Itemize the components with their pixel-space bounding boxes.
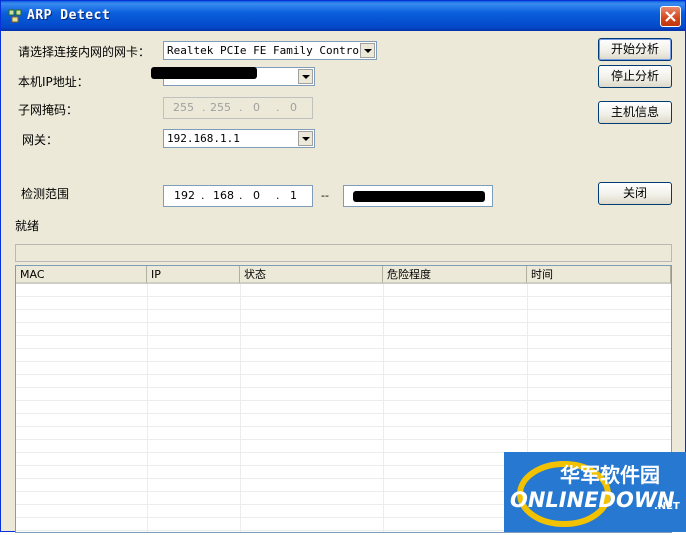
table-row[interactable] xyxy=(16,401,671,414)
redacted-local-ip xyxy=(151,67,257,79)
nic-value: Realtek PCIe FE Family Controlle xyxy=(167,44,359,57)
range-label: 检测范围 xyxy=(21,187,70,201)
table-row[interactable] xyxy=(16,323,671,336)
table-row[interactable] xyxy=(16,375,671,388)
status-text: 就绪 xyxy=(15,219,40,233)
progress-bar xyxy=(15,244,672,262)
column-header-time[interactable]: 时间 xyxy=(527,266,671,284)
close-button[interactable]: 关闭 xyxy=(598,182,672,205)
window-title: ARP Detect xyxy=(27,8,111,23)
gateway-select[interactable]: 192.168.1.1 xyxy=(163,129,315,148)
redacted-range-end xyxy=(353,191,485,202)
window-close-button[interactable] xyxy=(660,6,681,27)
table-row[interactable] xyxy=(16,297,671,310)
subnet-octet-2: 255 xyxy=(210,101,231,114)
stop-analysis-button[interactable]: 停止分析 xyxy=(598,65,672,88)
column-header-ip[interactable]: IP xyxy=(147,266,240,284)
app-icon xyxy=(8,9,22,23)
range-start-octet-2[interactable]: 168 xyxy=(213,189,234,202)
chevron-down-icon[interactable] xyxy=(298,69,313,84)
arp-detect-window: ARP Detect 请选择连接内网的网卡： Realtek PCIe FE F… xyxy=(0,0,686,533)
range-start-octet-3[interactable]: 0 xyxy=(253,189,260,202)
table-row[interactable] xyxy=(16,349,671,362)
title-bar[interactable]: ARP Detect xyxy=(1,1,685,31)
column-header-status[interactable]: 状态 xyxy=(240,266,383,284)
gateway-value: 192.168.1.1 xyxy=(167,132,240,145)
nic-select[interactable]: Realtek PCIe FE Family Controlle xyxy=(163,41,377,60)
nic-label: 请选择连接内网的网卡： xyxy=(18,45,151,59)
table-row[interactable] xyxy=(16,362,671,375)
watermark-suffix: .NET xyxy=(654,501,680,512)
table-row[interactable] xyxy=(16,388,671,401)
onlinedown-watermark: 华军软件园 ONLINEDOWN .NET xyxy=(504,452,686,532)
range-start-octet-1[interactable]: 192 xyxy=(174,189,195,202)
subnet-mask-label: 子网掩码： xyxy=(18,103,79,117)
table-row[interactable] xyxy=(16,427,671,440)
subnet-octet-3: 0 xyxy=(253,101,260,114)
subnet-octet-1: 255 xyxy=(173,101,194,114)
host-info-button[interactable]: 主机信息 xyxy=(598,101,672,124)
column-header-mac[interactable]: MAC xyxy=(16,266,147,284)
subnet-octet-4: 0 xyxy=(290,101,297,114)
table-row[interactable] xyxy=(16,336,671,349)
chevron-down-icon[interactable] xyxy=(298,131,313,146)
table-row[interactable] xyxy=(16,414,671,427)
range-start-field[interactable]: 192 . 168 . 0 . 1 xyxy=(163,185,313,207)
gateway-label: 网关： xyxy=(22,133,59,147)
subnet-mask-field: 255 . 255 . 0 . 0 xyxy=(163,97,313,119)
watermark-en: ONLINEDOWN xyxy=(510,488,675,512)
table-row[interactable] xyxy=(16,310,671,323)
close-icon xyxy=(665,11,676,22)
table-row[interactable] xyxy=(16,284,671,297)
watermark-cn: 华军软件园 xyxy=(560,463,660,487)
range-separator: -- xyxy=(321,189,329,202)
range-start-octet-4[interactable]: 1 xyxy=(290,189,297,202)
start-analysis-button[interactable]: 开始分析 xyxy=(598,38,672,61)
local-ip-label: 本机IP地址： xyxy=(18,75,89,89)
chevron-down-icon[interactable] xyxy=(360,43,375,58)
column-header-risk[interactable]: 危险程度 xyxy=(383,266,527,284)
